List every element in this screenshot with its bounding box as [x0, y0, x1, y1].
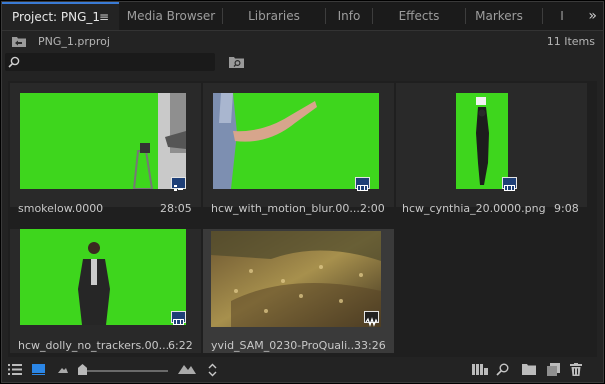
tab-markers-label: Markers	[475, 9, 523, 23]
folder-up-icon[interactable]	[12, 36, 26, 47]
item-count: 11 Items	[546, 35, 595, 48]
bottom-toolbar	[2, 358, 603, 382]
clip-card[interactable]	[10, 83, 201, 207]
clip-duration: 6:22	[168, 339, 193, 352]
zoom-slider-track[interactable]	[80, 370, 168, 372]
new-bin-search-icon[interactable]	[229, 56, 244, 68]
zoom-large-icon	[178, 365, 196, 374]
zoom-slider-handle[interactable]	[78, 364, 87, 375]
project-path-row: PNG_1.prproj 11 Items	[2, 31, 603, 53]
tab-media-browser-label: Media Browser	[126, 9, 216, 23]
search-icon	[8, 56, 20, 68]
panel-menu-icon[interactable]: ≡	[99, 4, 109, 30]
tab-info-label: Info	[337, 9, 361, 23]
audio-video-badge-icon	[364, 311, 379, 327]
tab-truncated-label: I	[560, 9, 564, 23]
clip-duration: 28:05	[160, 202, 192, 215]
clip-thumbnail-arm-motion	[213, 93, 379, 189]
trash-icon[interactable]	[570, 363, 582, 376]
tab-libraries-label: Libraries	[248, 9, 300, 23]
tab-bar: Project: PNG_1 ≡ Media Browser Libraries…	[2, 2, 603, 31]
tab-media-browser[interactable]: Media Browser	[120, 2, 222, 30]
search-input[interactable]	[5, 53, 215, 71]
tab-markers[interactable]: Markers	[466, 2, 532, 30]
clip-thumbnail-leaves	[211, 231, 381, 327]
clip-card[interactable]	[10, 229, 201, 353]
clip-name: smokelow.0000	[18, 202, 104, 215]
clip-name: hcw_cynthia_20.0000.png	[402, 202, 546, 215]
clip-grid: smokelow.0000 28:05 hcw_with_motion_blur…	[8, 81, 597, 357]
clip-thumbnail-greenscreen-studio	[20, 93, 186, 189]
clip-thumbnail-person-standing	[20, 229, 186, 325]
tab-project[interactable]: Project: PNG_1 ≡	[2, 2, 119, 30]
find-icon[interactable]	[496, 363, 509, 376]
zoom-small-icon	[58, 368, 68, 373]
list-view-icon[interactable]	[8, 364, 22, 375]
new-item-icon[interactable]	[547, 363, 560, 376]
project-panel: Project: PNG_1 ≡ Media Browser Libraries…	[1, 1, 604, 383]
clip-thumbnail-person-tall	[456, 93, 508, 189]
tab-divider	[542, 8, 543, 24]
tab-effects[interactable]: Effects	[373, 2, 465, 30]
new-bin-icon[interactable]	[522, 364, 536, 375]
clip-name: yvid_SAM_0230-ProQuali...	[211, 339, 358, 352]
project-file-name: PNG_1.prproj	[38, 35, 110, 48]
tab-project-label: Project: PNG_1	[12, 10, 101, 24]
clip-card[interactable]	[396, 83, 587, 207]
tab-info[interactable]: Info	[326, 2, 372, 30]
clip-name: hcw_with_motion_blur.00...	[211, 202, 360, 215]
sort-icon[interactable]	[208, 363, 217, 377]
clip-duration: 2:00	[360, 202, 385, 215]
clip-card[interactable]	[203, 83, 394, 207]
search-row	[2, 53, 603, 73]
tab-libraries[interactable]: Libraries	[223, 2, 325, 30]
tab-truncated[interactable]: I	[554, 2, 570, 30]
clip-duration: 33:26	[354, 339, 386, 352]
sequence-badge-icon	[171, 177, 186, 191]
automate-to-sequence-icon[interactable]	[472, 364, 488, 375]
clip-name: hcw_dolly_no_trackers.00...	[18, 339, 170, 352]
tab-overflow-icon[interactable]: »	[588, 2, 597, 30]
clip-duration: 9:08	[554, 202, 579, 215]
icon-view-icon[interactable]	[32, 364, 45, 375]
clip-card-selected[interactable]	[203, 229, 394, 353]
film-badge-icon	[355, 177, 370, 191]
tab-effects-label: Effects	[398, 9, 440, 23]
film-badge-icon	[502, 177, 517, 191]
film-badge-icon	[171, 311, 186, 325]
